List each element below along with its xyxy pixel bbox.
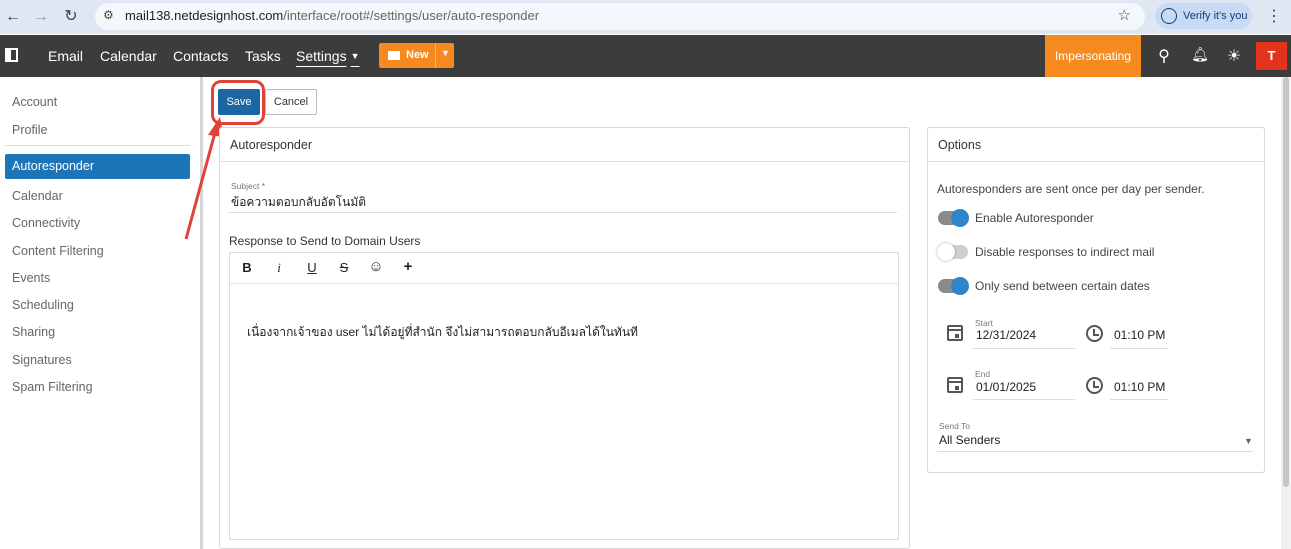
- clock-icon[interactable]: [1086, 377, 1103, 394]
- browser-menu-icon[interactable]: ⋮: [1266, 6, 1282, 26]
- calendar-icon[interactable]: [947, 377, 963, 393]
- enable-autoresponder-toggle[interactable]: [938, 209, 969, 227]
- chevron-down-icon[interactable]: ▼: [1244, 436, 1253, 446]
- italic-icon[interactable]: i: [271, 260, 287, 276]
- split-divider: [435, 43, 436, 68]
- response-body-text[interactable]: เนื่องจากเจ้าของ user ไม่ได้อยู่ที่สำนัก…: [247, 323, 638, 342]
- disable-indirect-toggle[interactable]: [937, 243, 968, 261]
- url-text: mail138.netdesignhost.com/interface/root…: [125, 8, 540, 23]
- bell-icon[interactable]: 🔔︎: [1190, 46, 1210, 66]
- enable-autoresponder-label: Enable Autoresponder: [975, 211, 1094, 225]
- nav-email[interactable]: Email: [48, 48, 83, 64]
- send-to-label: Send To: [939, 421, 971, 431]
- address-bar[interactable]: ⚙ mail138.netdesignhost.com/interface/ro…: [95, 3, 1145, 30]
- sidebar-item-signatures[interactable]: Signatures: [12, 353, 72, 367]
- theme-sun-icon[interactable]: ☀: [1224, 46, 1244, 66]
- sidebar-item-events[interactable]: Events: [12, 271, 50, 285]
- response-editor[interactable]: B i U S ☺ + เนื่องจากเจ้าของ user ไม่ได้…: [229, 252, 899, 540]
- profile-icon: [1161, 8, 1177, 24]
- nav-settings-label: Settings: [296, 48, 347, 64]
- sidebar-item-autoresponder[interactable]: Autoresponder: [5, 154, 190, 179]
- autoresponder-title: Autoresponder: [220, 128, 909, 162]
- new-button[interactable]: New ▼: [379, 43, 454, 68]
- date-range-label: Only send between certain dates: [975, 279, 1150, 293]
- toggle-knob: [951, 277, 969, 295]
- toggle-knob: [937, 243, 955, 261]
- bookmark-star-icon[interactable]: ☆: [1118, 6, 1131, 24]
- site-settings-icon[interactable]: ⚙: [103, 8, 119, 24]
- sidebar-item-scheduling[interactable]: Scheduling: [12, 298, 74, 312]
- avatar[interactable]: T: [1256, 42, 1287, 70]
- sidebar-item-account[interactable]: Account: [12, 95, 57, 109]
- subject-input[interactable]: ข้อความตอบกลับอัตโนมัติ: [231, 193, 366, 212]
- disable-indirect-label: Disable responses to indirect mail: [975, 245, 1155, 259]
- response-label: Response to Send to Domain Users: [229, 234, 421, 248]
- subject-underline: [229, 212, 897, 213]
- underline-icon[interactable]: U: [304, 260, 320, 275]
- options-title: Options: [928, 128, 1264, 162]
- date-range-toggle[interactable]: [938, 277, 969, 295]
- scroll-thumb[interactable]: [1283, 77, 1289, 487]
- start-date-input[interactable]: 12/31/2024: [976, 328, 1036, 342]
- start-time-input[interactable]: 01:10 PM: [1114, 328, 1165, 342]
- settings-sidebar: Account Profile Autoresponder Calendar C…: [0, 77, 203, 549]
- search-icon[interactable]: ⚲: [1154, 46, 1174, 66]
- send-to-underline: [937, 451, 1253, 452]
- end-time-input[interactable]: 01:10 PM: [1114, 380, 1165, 394]
- clock-icon[interactable]: [1086, 325, 1103, 342]
- sidebar-item-spam-filtering[interactable]: Spam Filtering: [12, 380, 93, 394]
- envelope-icon: [388, 51, 400, 60]
- end-time-underline: [1110, 399, 1168, 400]
- impersonating-badge[interactable]: Impersonating: [1045, 35, 1141, 77]
- send-to-select[interactable]: All Senders: [939, 433, 1000, 447]
- sidebar-item-connectivity[interactable]: Connectivity: [12, 216, 80, 230]
- options-card: Options: [927, 127, 1265, 473]
- sidebar-item-calendar[interactable]: Calendar: [12, 189, 63, 203]
- verify-profile-button[interactable]: Verify it's you: [1155, 3, 1252, 29]
- chevron-down-icon: ▼: [350, 51, 360, 61]
- browser-toolbar: ← → ↻ ⚙ mail138.netdesignhost.com/interf…: [0, 0, 1291, 34]
- forward-icon[interactable]: →: [30, 6, 52, 28]
- nav-calendar[interactable]: Calendar: [100, 48, 157, 64]
- editor-toolbar: B i U S ☺ +: [230, 253, 898, 284]
- nav-tasks[interactable]: Tasks: [245, 48, 281, 64]
- options-info-text: Autoresponders are sent once per day per…: [937, 182, 1205, 196]
- toggle-sidebar-icon[interactable]: [5, 48, 18, 62]
- subject-label: Subject *: [231, 181, 266, 191]
- back-icon[interactable]: ←: [2, 6, 24, 28]
- insert-plus-icon[interactable]: +: [400, 258, 416, 275]
- new-dropdown-icon[interactable]: ▼: [441, 48, 450, 58]
- start-date-underline: [973, 348, 1075, 349]
- verify-label: Verify it's you: [1183, 10, 1248, 22]
- sidebar-item-sharing[interactable]: Sharing: [12, 325, 55, 339]
- start-label: Start: [975, 318, 993, 328]
- app-header: Email Calendar Contacts Tasks Settings ▼ …: [0, 35, 1291, 77]
- nav-contacts[interactable]: Contacts: [173, 48, 228, 64]
- calendar-icon[interactable]: [947, 325, 963, 341]
- new-button-label: New: [406, 49, 429, 61]
- sidebar-item-profile[interactable]: Profile: [12, 123, 47, 137]
- sidebar-item-content-filtering[interactable]: Content Filtering: [12, 244, 104, 258]
- end-date-input[interactable]: 01/01/2025: [976, 380, 1036, 394]
- cancel-button[interactable]: Cancel: [265, 89, 317, 115]
- page-scrollbar[interactable]: [1281, 77, 1291, 549]
- reload-icon[interactable]: ↻: [60, 6, 82, 28]
- nav-settings[interactable]: Settings ▼: [296, 48, 360, 64]
- sidebar-divider: [5, 145, 190, 146]
- bold-icon[interactable]: B: [239, 260, 255, 275]
- toggle-knob: [951, 209, 969, 227]
- start-time-underline: [1110, 348, 1168, 349]
- end-date-underline: [973, 399, 1075, 400]
- strikethrough-icon[interactable]: S: [336, 260, 352, 275]
- emoji-icon[interactable]: ☺: [368, 258, 384, 275]
- end-label: End: [975, 369, 991, 379]
